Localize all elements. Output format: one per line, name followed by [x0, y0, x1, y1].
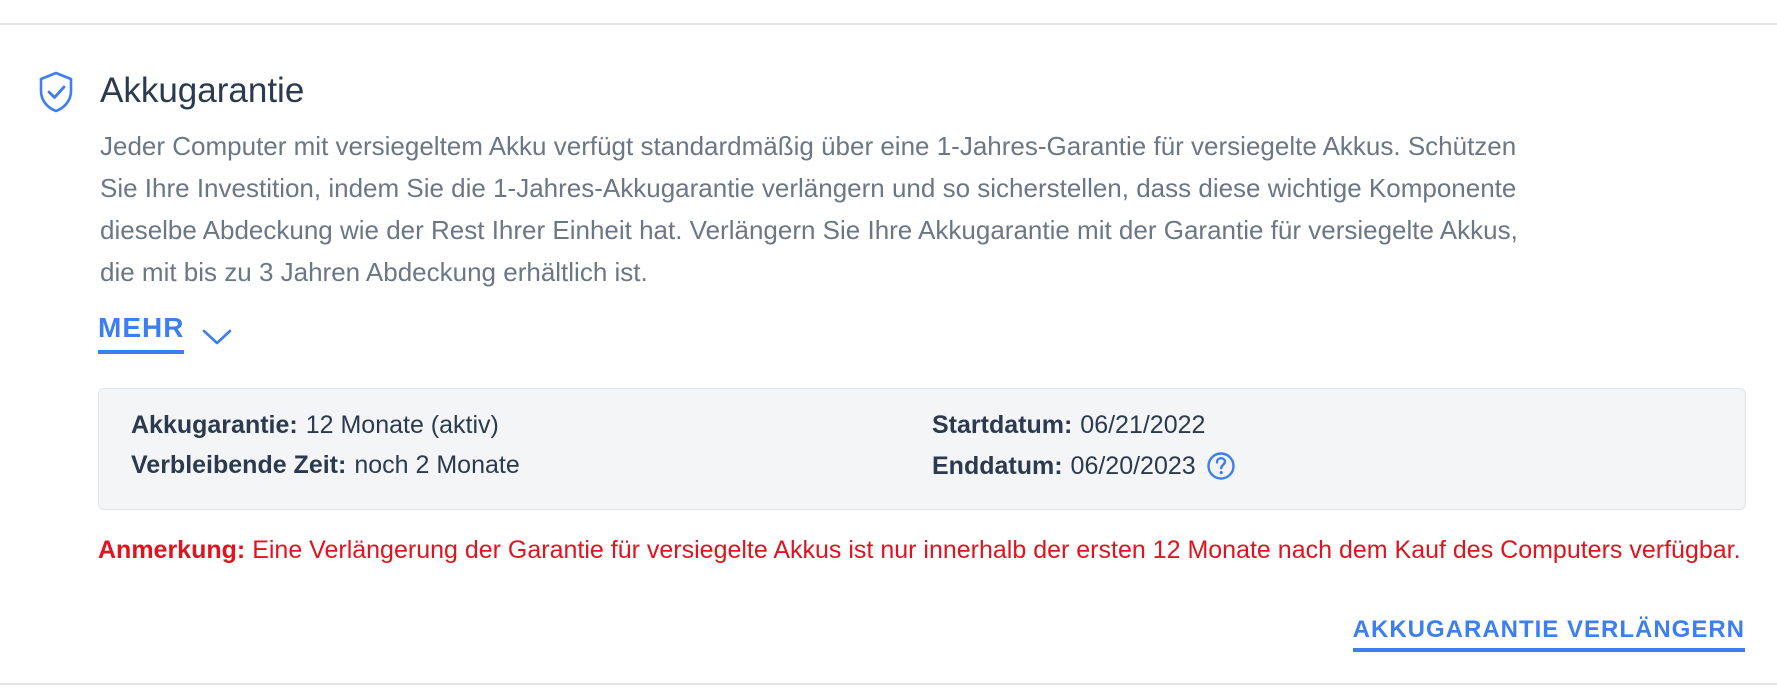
warranty-details-box: Akkugarantie: 12 Monate (aktiv) Verbleib…	[98, 388, 1746, 510]
more-button[interactable]: MEHR	[98, 312, 185, 354]
warranty-value: 12 Monate (aktiv)	[305, 411, 499, 439]
shield-check-icon	[39, 71, 73, 113]
warranty-note: Anmerkung: Eine Verlängerung der Garanti…	[98, 530, 1758, 570]
warranty-row: Akkugarantie: 12 Monate (aktiv)	[131, 411, 499, 440]
chevron-down-icon[interactable]	[202, 328, 232, 346]
section-title: Akkugarantie	[100, 71, 305, 110]
end-date-row: Enddatum: 06/20/2023	[932, 451, 1236, 481]
question-circle-icon[interactable]	[1206, 451, 1236, 481]
start-date-value: 06/21/2022	[1080, 411, 1206, 439]
warranty-label: Akkugarantie:	[131, 411, 298, 439]
bottom-divider	[0, 683, 1777, 685]
remaining-row: Verbleibende Zeit: noch 2 Monate	[131, 451, 520, 480]
more-toggle[interactable]: MEHR	[98, 312, 232, 354]
remaining-value: noch 2 Monate	[354, 451, 520, 479]
note-text: Eine Verlängerung der Garantie für versi…	[252, 536, 1741, 564]
extend-warranty-button[interactable]: AKKUGARANTIE VERLÄNGERN	[1352, 616, 1745, 652]
top-divider	[0, 23, 1777, 25]
start-date-label: Startdatum:	[932, 411, 1073, 439]
end-date-value: 06/20/2023	[1070, 451, 1196, 480]
end-date-label: Enddatum:	[932, 451, 1063, 480]
section-description: Jeder Computer mit versiegeltem Akku ver…	[100, 131, 1518, 287]
remaining-label: Verbleibende Zeit:	[131, 451, 347, 479]
start-date-row: Startdatum: 06/21/2022	[932, 411, 1205, 440]
note-label: Anmerkung:	[98, 536, 246, 564]
